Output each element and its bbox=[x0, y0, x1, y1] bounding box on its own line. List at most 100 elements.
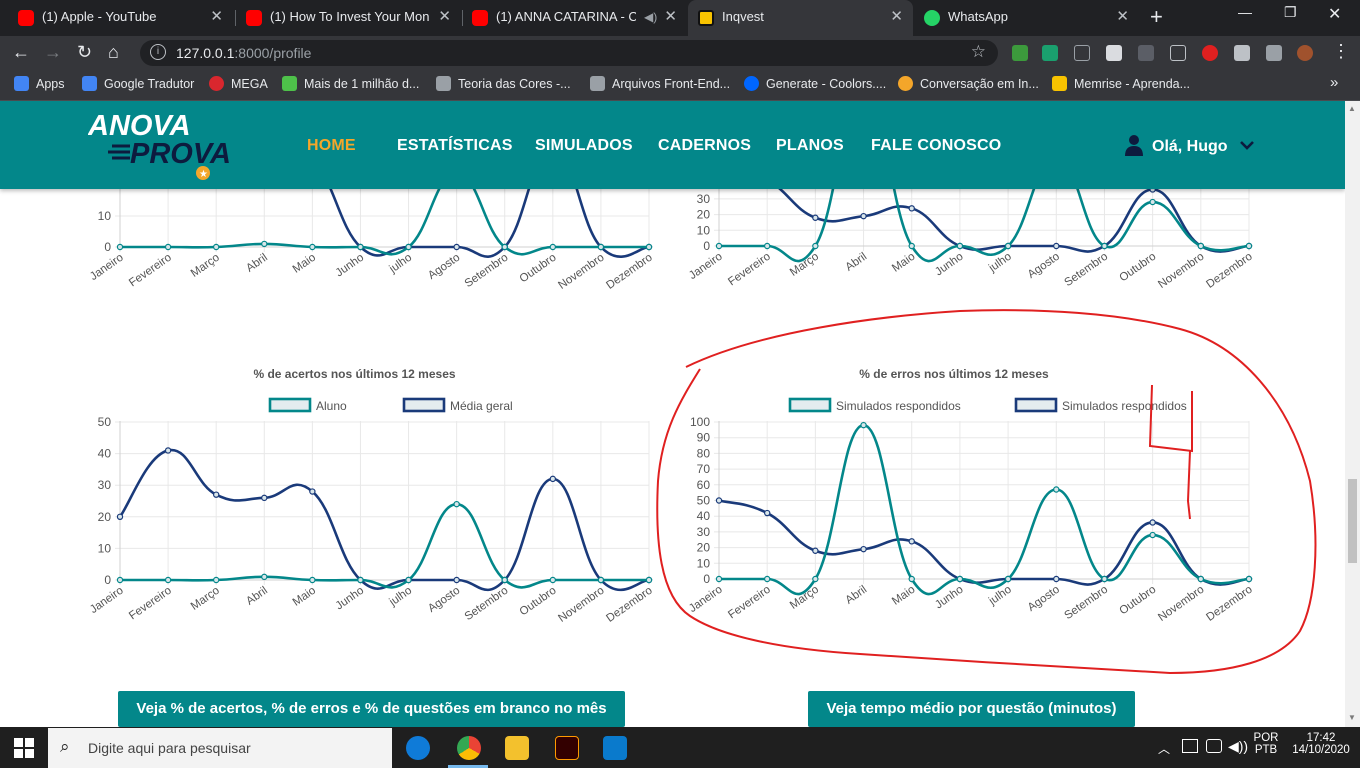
back-icon[interactable]: ← bbox=[12, 42, 30, 63]
x-tick-label: Maio bbox=[291, 252, 318, 276]
close-tab-icon[interactable]: ✕ bbox=[664, 0, 677, 34]
home-icon[interactable]: ⌂ bbox=[108, 42, 119, 63]
x-tick-label: Outubro bbox=[1117, 584, 1158, 618]
bookmark-star-icon[interactable]: ☆ bbox=[971, 42, 986, 62]
info-icon[interactable]: i bbox=[150, 44, 166, 60]
nav-estatisticas[interactable]: ESTATÍSTICAS bbox=[397, 137, 513, 155]
close-window-icon[interactable]: ✕ bbox=[1328, 4, 1341, 24]
y-tick-label: 100 bbox=[690, 415, 710, 429]
tab-apple-youtube[interactable]: (1) Apple - YouTube ✕ bbox=[8, 0, 233, 36]
taskbar-search-box[interactable]: ⌕ Digite aqui para pesquisar bbox=[48, 728, 392, 768]
vscode-icon[interactable] bbox=[603, 736, 627, 760]
y-tick-label: 0 bbox=[104, 573, 111, 587]
close-tab-icon[interactable]: ✕ bbox=[438, 0, 451, 34]
close-tab-icon[interactable]: ✕ bbox=[210, 0, 223, 34]
tempo-medio-button[interactable]: Veja tempo médio por questão (minutos) bbox=[808, 691, 1135, 727]
tab-whatsapp[interactable]: WhatsApp ✕ bbox=[914, 0, 1139, 36]
data-point bbox=[453, 500, 460, 508]
tray-chevron-up-icon[interactable]: ︿ bbox=[1158, 740, 1170, 757]
reload-icon[interactable]: ↻ bbox=[77, 42, 92, 63]
close-tab-icon[interactable]: ✕ bbox=[890, 0, 903, 34]
data-point bbox=[164, 243, 172, 251]
clock-date: 14/10/2020 bbox=[1292, 744, 1350, 756]
extension-cube-icon[interactable] bbox=[1106, 45, 1122, 61]
bookmark-conversacao[interactable]: Conversação em In... bbox=[898, 76, 1039, 91]
x-tick-label: Agosto bbox=[426, 252, 462, 282]
nav-home[interactable]: HOME bbox=[307, 137, 356, 155]
extension-pen-icon[interactable] bbox=[1012, 45, 1028, 61]
tab-inqvest[interactable]: Inqvest ✕ bbox=[688, 0, 913, 36]
data-point bbox=[1245, 242, 1253, 250]
data-point bbox=[812, 575, 819, 583]
forward-icon[interactable]: → bbox=[44, 42, 62, 63]
media-control-icon[interactable] bbox=[1266, 45, 1282, 61]
page-icon bbox=[590, 76, 605, 91]
nav-simulados[interactable]: SIMULADOS bbox=[535, 137, 633, 155]
bookmark-apps[interactable]: Apps bbox=[14, 76, 65, 91]
network-icon[interactable] bbox=[1182, 739, 1198, 753]
nav-planos[interactable]: PLANOS bbox=[776, 137, 844, 155]
edge-icon[interactable] bbox=[406, 736, 430, 760]
illustrator-icon[interactable] bbox=[555, 736, 579, 760]
extension-video-icon[interactable] bbox=[1202, 45, 1218, 61]
restore-icon[interactable]: ❐ bbox=[1284, 4, 1297, 21]
bookmarks-overflow-icon[interactable]: » bbox=[1330, 74, 1338, 91]
extension-screen-icon[interactable] bbox=[1170, 45, 1186, 61]
y-tick-label: 50 bbox=[697, 494, 711, 508]
bookmark-label: Generate - Coolors.... bbox=[766, 77, 887, 91]
chart-title: % de acertos nos últimos 12 meses bbox=[253, 367, 455, 381]
close-tab-icon[interactable]: ✕ bbox=[1116, 0, 1129, 34]
address-bar[interactable]: i 127.0.0.1:8000/profile ☆ bbox=[140, 40, 998, 66]
new-tab-icon[interactable]: + bbox=[1150, 4, 1163, 30]
data-point bbox=[645, 243, 653, 251]
data-point bbox=[763, 575, 771, 583]
tab-invest-money[interactable]: (1) How To Invest Your Money ✕ bbox=[236, 0, 461, 36]
data-point bbox=[1004, 575, 1012, 583]
bookmark-label: Google Tradutor bbox=[104, 77, 195, 91]
legend-swatch bbox=[1014, 397, 1058, 413]
legend-label: Aluno bbox=[316, 399, 347, 413]
chrome-icon[interactable] bbox=[457, 736, 481, 760]
scroll-down-icon[interactable]: ▼ bbox=[1348, 713, 1356, 722]
onedrive-icon[interactable] bbox=[1206, 739, 1222, 753]
acertos-erros-branco-button[interactable]: Veja % de acertos, % de erros e % de que… bbox=[118, 691, 625, 727]
clock[interactable]: 17:42 14/10/2020 bbox=[1288, 732, 1354, 756]
x-tick-label: Fevereiro bbox=[726, 584, 773, 622]
x-tick-label: Novembro bbox=[1156, 584, 1206, 624]
anovaprova-logo[interactable]: ANOVA PROVA ★ bbox=[88, 109, 248, 183]
bookmark-google-tradutor[interactable]: Google Tradutor bbox=[82, 76, 194, 91]
browser-toolbar: ← → ↻ ⌂ i 127.0.0.1:8000/profile ☆ ⋮ bbox=[0, 36, 1360, 70]
language-indicator[interactable]: POR PTB bbox=[1252, 732, 1280, 756]
y-tick-label: 20 bbox=[697, 208, 711, 222]
page-scrollbar[interactable]: ▲ ▼ bbox=[1345, 101, 1360, 727]
extension-capture-icon[interactable] bbox=[1138, 45, 1154, 61]
bookmark-teoria-cores[interactable]: Teoria das Cores -... bbox=[436, 76, 571, 91]
bookmark-arquivos-front-end[interactable]: Arquivos Front-End... bbox=[590, 76, 730, 91]
data-point bbox=[405, 576, 412, 584]
extension-robot-icon[interactable] bbox=[1042, 45, 1058, 61]
data-point bbox=[715, 242, 723, 250]
bookmark-mega[interactable]: MEGA bbox=[209, 76, 268, 91]
extensions-puzzle-icon[interactable] bbox=[1234, 45, 1250, 61]
windows-start-icon[interactable] bbox=[14, 738, 34, 758]
scrollbar-thumb[interactable] bbox=[1348, 479, 1357, 563]
extension-box-icon[interactable] bbox=[1074, 45, 1090, 61]
tab-anna-catarina[interactable]: (1) ANNA CATARINA - CD ◀) ✕ bbox=[462, 0, 687, 36]
menu-kebab-icon[interactable]: ⋮ bbox=[1332, 41, 1350, 62]
logo-text-bottom: PROVA bbox=[130, 138, 231, 170]
x-tick-label: Setembro bbox=[1062, 251, 1110, 289]
user-menu[interactable]: Olá, Hugo bbox=[1124, 134, 1254, 156]
volume-icon[interactable]: ◀)) bbox=[1228, 738, 1248, 755]
minimize-icon[interactable]: — bbox=[1238, 4, 1252, 20]
bookmark-coolors[interactable]: Generate - Coolors.... bbox=[744, 76, 886, 91]
legend-label: Média geral bbox=[450, 399, 513, 413]
file-explorer-icon[interactable] bbox=[505, 736, 529, 760]
logo-star-icon: ★ bbox=[199, 169, 208, 180]
nav-cadernos[interactable]: CADERNOS bbox=[658, 137, 751, 155]
scroll-up-icon[interactable]: ▲ bbox=[1348, 104, 1356, 113]
profile-avatar[interactable] bbox=[1297, 45, 1313, 61]
data-point bbox=[1149, 531, 1156, 539]
bookmark-pixabay[interactable]: Mais de 1 milhão d... bbox=[282, 76, 419, 91]
bookmark-memrise[interactable]: Memrise - Aprenda... bbox=[1052, 76, 1190, 91]
nav-fale-conosco[interactable]: FALE CONOSCO bbox=[871, 137, 1001, 155]
